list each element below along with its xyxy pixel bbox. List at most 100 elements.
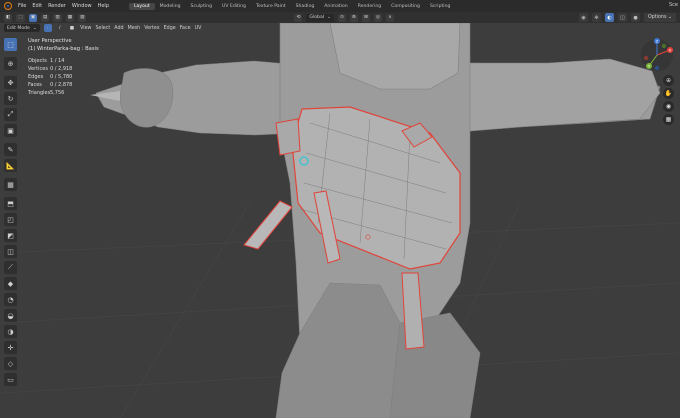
edge-slide-icon[interactable]: ◑ (4, 325, 17, 338)
rotate-icon[interactable]: ↻ (4, 92, 17, 105)
tab-shading[interactable]: Shading (291, 3, 320, 10)
stat-label: Triangles (28, 90, 51, 96)
stat-row: Vertices 0 / 2,918 (28, 65, 72, 73)
select-mode-subtract-icon[interactable]: ▥ (53, 13, 62, 22)
spin-icon[interactable]: ◔ (4, 293, 17, 306)
scene-selector[interactable]: Sce (669, 2, 678, 8)
xray-icon[interactable]: ◫ (618, 13, 627, 22)
gizmo-icon[interactable]: ✥ (592, 13, 601, 22)
stat-label: Objects (28, 58, 47, 64)
orientation-value: Global (309, 15, 325, 20)
snap-target-icon[interactable]: ⊞ (361, 13, 370, 22)
menu-mesh[interactable]: Mesh (128, 26, 141, 31)
options-button[interactable]: Options ⌄ (643, 13, 676, 22)
inset-icon[interactable]: ◰ (4, 213, 17, 226)
stat-label: Vertices (28, 66, 48, 72)
tab-rendering[interactable]: Rendering (353, 3, 386, 10)
stat-row: Triangles 5,756 (28, 89, 72, 97)
menu-uv[interactable]: UV (195, 26, 202, 31)
measure-icon[interactable]: 📐 (4, 159, 17, 172)
add-cube-icon[interactable]: ▦ (4, 178, 17, 191)
smooth-icon[interactable]: ◒ (4, 309, 17, 322)
menu-add[interactable]: Add (114, 26, 123, 31)
top-menu-bar: File Edit Render Window Help Layout Mode… (0, 0, 680, 12)
tab-layout[interactable]: Layout (129, 2, 155, 10)
gizmo-neg-x-handle[interactable] (643, 55, 649, 61)
pan-hand-icon[interactable]: ✋ (663, 88, 674, 99)
3d-viewport[interactable] (0, 23, 680, 418)
menu-select[interactable]: Select (95, 26, 110, 31)
rip-icon[interactable]: ▭ (4, 373, 17, 386)
viewport-header: ◧ ⬚ ▣ ▤ ▥ ▦ ▧ ⟲ Global ⌄ ⊙ ⋒ ⊞ ◎ ∧ (0, 12, 680, 23)
poly-build-icon[interactable]: ◆ (4, 277, 17, 290)
gizmo-neg-z-handle[interactable] (654, 65, 660, 71)
mode-dropdown[interactable]: Edit Mode ⌄ (4, 24, 40, 32)
select-box-icon[interactable]: ⬚ (4, 38, 17, 51)
tab-compositing[interactable]: Compositing (386, 3, 425, 10)
mode-value: Edit Mode (7, 25, 30, 31)
chevron-down-icon: ⌄ (32, 25, 37, 31)
tab-uv-editing[interactable]: UV Editing (217, 3, 251, 10)
menu-window[interactable]: Window (72, 3, 92, 9)
snap-icon[interactable]: ⋒ (349, 13, 358, 22)
tab-modeling[interactable]: Modeling (155, 3, 186, 10)
navigation-gizmo[interactable]: X Y Z (640, 38, 674, 72)
select-mode-intersect-icon[interactable]: ▧ (78, 13, 87, 22)
gizmo-neg-y-handle[interactable] (661, 43, 667, 49)
extrude-icon[interactable]: ⬒ (4, 197, 17, 210)
shrink-icon[interactable]: ✛ (4, 341, 17, 354)
falloff-icon[interactable]: ∧ (385, 13, 394, 22)
workspace-tabs: Layout Modeling Sculpting UV Editing Tex… (129, 2, 455, 10)
edge-select-icon[interactable]: / (55, 24, 64, 32)
chevron-down-icon: ⌄ (327, 15, 331, 20)
menu-edge[interactable]: Edge (164, 26, 176, 31)
proportional-edit-icon[interactable]: ◎ (373, 13, 382, 22)
shear-icon[interactable]: ◇ (4, 357, 17, 370)
blender-logo-icon[interactable] (4, 2, 12, 10)
select-mode-invert-icon[interactable]: ▦ (65, 13, 75, 22)
menu-file[interactable]: File (18, 3, 26, 9)
select-tool-icon[interactable]: ⬚ (16, 13, 25, 22)
camera-view-icon[interactable]: ◉ (663, 101, 674, 112)
overlays-icon[interactable]: ◐ (605, 13, 614, 22)
face-select-icon[interactable]: ■ (67, 24, 77, 32)
menu-vertex[interactable]: Vertex (144, 26, 159, 31)
annotate-icon[interactable]: ✎ (4, 143, 17, 156)
stat-label: Edges (28, 74, 44, 80)
options-label: Options (647, 15, 667, 20)
zoom-icon[interactable]: ⊕ (663, 75, 674, 86)
stat-value: 0 / 2,918 (50, 66, 73, 72)
perspective-grid-icon[interactable]: ▦ (663, 114, 674, 125)
transform-orientation-icon[interactable]: ⟲ (294, 13, 303, 22)
select-mode-extend-icon[interactable]: ▤ (41, 13, 50, 22)
menu-edit[interactable]: Edit (32, 3, 42, 9)
edit-mode-header: Edit Mode ⌄ · / ■ View Select Add Mesh Ve… (0, 23, 680, 33)
tab-scripting[interactable]: Scripting (425, 3, 455, 10)
tab-sculpting[interactable]: Sculpting (186, 3, 217, 10)
tab-animation[interactable]: Animation (319, 3, 352, 10)
editor-type-icon[interactable]: ◧ (4, 13, 13, 22)
transform-icon[interactable]: ▣ (4, 124, 17, 137)
pivot-point-icon[interactable]: ⊙ (337, 13, 346, 22)
orientation-dropdown[interactable]: Global ⌄ (306, 13, 334, 22)
vertex-select-icon[interactable]: · (43, 24, 52, 32)
stat-row: Objects 1 / 14 (28, 57, 72, 65)
menu-view[interactable]: View (80, 26, 91, 31)
menu-face[interactable]: Face (180, 26, 191, 31)
solid-shading-icon[interactable]: ● (631, 13, 640, 22)
tab-texture-paint[interactable]: Texture Paint (251, 3, 291, 10)
tool-shelf: ⬚ ⊕ ✥ ↻ ⤢ ▣ ✎ 📐 ▦ ⬒ ◰ ◩ ◫ ⟋ ◆ ◔ ◒ ◑ ✛ ◇ … (4, 38, 17, 386)
visibility-icon[interactable]: ◉ (579, 13, 588, 22)
stat-value: 0 / 2,878 (50, 82, 73, 88)
cursor-icon[interactable]: ⊕ (4, 57, 17, 70)
select-mode-new-icon[interactable]: ▣ (28, 13, 38, 22)
bevel-icon[interactable]: ◩ (4, 229, 17, 242)
menu-help[interactable]: Help (98, 3, 109, 9)
scale-icon[interactable]: ⤢ (4, 108, 17, 121)
stat-row: Edges 0 / 5,780 (28, 73, 72, 81)
knife-icon[interactable]: ⟋ (4, 261, 17, 274)
menu-render[interactable]: Render (48, 3, 66, 9)
move-icon[interactable]: ✥ (4, 76, 17, 89)
loop-cut-icon[interactable]: ◫ (4, 245, 17, 258)
scene-statistics: Objects 1 / 14 Vertices 0 / 2,918 Edges 0 /… (28, 57, 72, 97)
